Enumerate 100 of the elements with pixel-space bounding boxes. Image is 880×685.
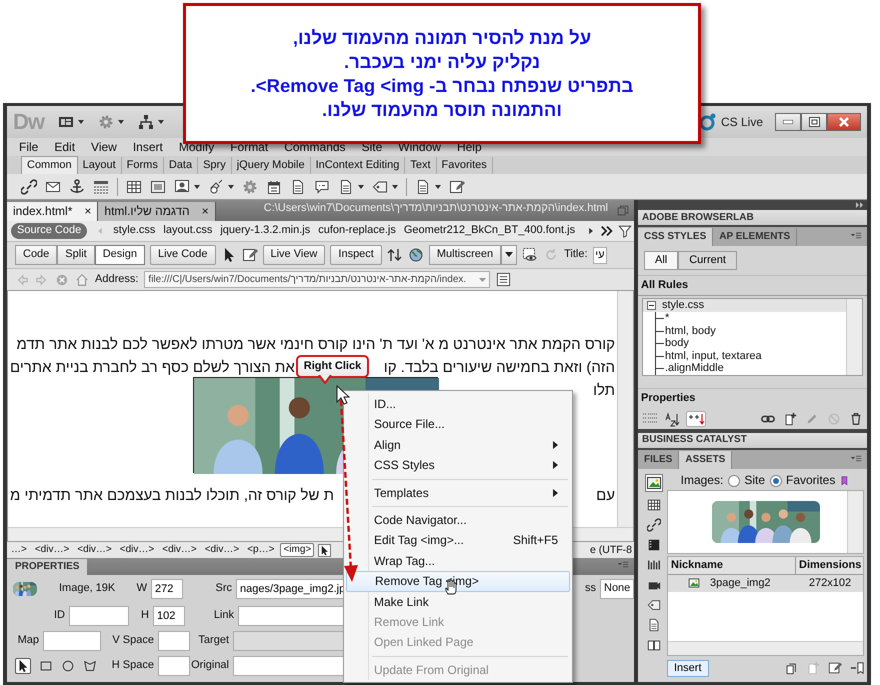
related-file-link[interactable]: jquery-1.3.2.min.js — [220, 224, 310, 238]
instruction-text: והתמונה תוסר מהעמוד שלנו. — [322, 98, 562, 122]
images-label: Images: — [680, 473, 724, 488]
related-file-link[interactable]: style.css — [113, 224, 156, 238]
document-tab[interactable]: הדגמה שליו.html × — [98, 202, 216, 221]
tag-selector-item[interactable]: <img> — [280, 543, 314, 557]
related-file-link[interactable]: Geometr212_BkCn_BT_400.font.js — [404, 224, 576, 238]
insert-tab[interactable]: jQuery Mobile — [232, 156, 311, 174]
view-button[interactable]: Design — [94, 245, 145, 265]
cs-live-label[interactable]: CS Live — [720, 114, 763, 130]
menu-item[interactable]: View — [83, 140, 125, 154]
tree-item[interactable]: style.css — [662, 299, 704, 312]
encoding-label: e (UTF-8 — [590, 544, 633, 556]
tag-selector-item[interactable]: <div…> — [118, 544, 156, 556]
column-header[interactable]: Dimensions — [795, 556, 863, 574]
field-label: Map — [16, 634, 40, 648]
mode-button[interactable]: All — [644, 251, 678, 270]
tag-selector-item[interactable]: <div…> — [32, 544, 72, 556]
field-label: W — [136, 582, 148, 596]
menu-item[interactable]: Edit — [46, 140, 84, 154]
column-header[interactable]: Nickname — [668, 556, 795, 574]
panel-tab[interactable]: ASSETS — [679, 450, 732, 469]
panel-header[interactable]: ADOBE BROWSERLAB — [638, 210, 867, 227]
tab-close-button[interactable]: × — [202, 204, 209, 219]
instruction-text: על מנת להסיר תמונה מהעמוד שלנו, — [292, 26, 592, 50]
title-field[interactable]: עי — [592, 246, 607, 264]
radio-label[interactable]: Favorites — [786, 473, 836, 488]
paragraph-text: הזה) וזאת בחמישה שיעורים בלבד. קו — [384, 358, 615, 376]
input-field[interactable]: 272 — [151, 579, 183, 599]
input-field[interactable]: 102 — [153, 606, 185, 626]
menu-item[interactable]: File — [11, 140, 46, 154]
tag-selector-item[interactable]: <div…> — [160, 544, 199, 556]
menu-item[interactable]: Templates — [346, 482, 570, 503]
tree-item[interactable]: html, body — [665, 324, 716, 338]
tree-item[interactable]: .alignMiddle — [665, 362, 724, 376]
inspect-button[interactable]: Inspect — [330, 245, 382, 265]
instruction-text: נקליק עליה ימני בעכבר. — [344, 50, 540, 74]
document-tab[interactable]: index.html* × — [7, 202, 98, 221]
related-file-link[interactable]: layout.css — [163, 224, 212, 238]
menu-item[interactable]: Wrap Tag... — [346, 550, 570, 572]
address-field[interactable]: file:///C|/Users/win7/Documents/הקמת-אתר-אינטרנט/תבניות/מדריך/index. — [144, 271, 490, 288]
field-label: Original — [190, 658, 230, 672]
class-dropdown[interactable]: None — [600, 579, 634, 599]
insert-tab[interactable]: Favorites — [436, 156, 493, 174]
paragraph-text: תלו — [593, 382, 615, 400]
menu-item[interactable]: Edit Tag <img>... Shift+F5 — [346, 530, 570, 551]
source-code-button[interactable]: Source Code — [11, 223, 88, 239]
tree-item[interactable]: * — [665, 312, 670, 326]
insert-tab[interactable]: InContext Editing — [310, 156, 406, 174]
field-label: Src — [214, 582, 233, 596]
panel-tab[interactable]: CSS STYLES — [638, 228, 714, 246]
field-label: Target — [197, 634, 230, 648]
address-label: Address: — [95, 272, 138, 286]
live-view-button[interactable]: Live View — [262, 245, 326, 265]
table-cell-text: 272x102 — [808, 576, 852, 590]
tree-item[interactable]: body — [665, 337, 689, 350]
insert-tab[interactable]: Layout — [78, 156, 122, 174]
menu-item[interactable]: Format — [222, 140, 276, 154]
properties-tab[interactable]: PROPERTIES — [7, 559, 88, 575]
field-label: Link — [212, 608, 235, 622]
paragraph-text: את הצורך לשלם כסף רב לחברת בניית אתרים — [10, 358, 295, 376]
menu-item[interactable]: Code Navigator... — [346, 510, 570, 530]
class-label: ss — [585, 582, 596, 596]
menu-item[interactable]: Commands — [276, 140, 354, 154]
insert-tab[interactable]: Forms — [122, 156, 164, 174]
tree-item[interactable]: html, input, textarea — [665, 350, 762, 363]
title-label: Title: — [564, 248, 588, 262]
menu-item[interactable]: ID... — [346, 394, 570, 414]
radio-label[interactable]: Site — [744, 473, 765, 488]
mode-button[interactable]: Current — [678, 251, 737, 270]
section-title: All Rules — [638, 275, 867, 296]
view-button[interactable]: Code — [15, 245, 58, 265]
tag-selector-item[interactable]: <div…> — [202, 544, 242, 556]
tag-selector-item[interactable]: <p…> — [245, 544, 276, 556]
panel-header[interactable]: BUSINESS CATALYST — [638, 432, 867, 450]
field-label: H Space — [110, 658, 155, 672]
tag-selector-item[interactable]: …> — [9, 544, 29, 556]
table-cell-text: 3page_img2 — [710, 576, 772, 590]
document-path: C:\Users\win7\Documents\הקמת-אתר-אינטרנט\תבניות\מדריך\index.html — [262, 202, 609, 216]
multiscreen-button[interactable]: Multiscreen — [428, 245, 502, 265]
tab-label[interactable]: הדגמה שליו.html — [104, 204, 190, 219]
field-label: ID — [53, 608, 66, 622]
tab-label[interactable]: index.html* — [13, 204, 72, 219]
menu-item[interactable]: CSS Styles — [346, 455, 570, 476]
insert-tab[interactable]: Common — [21, 156, 78, 174]
view-button[interactable]: Split — [57, 245, 95, 265]
instruction-text: בתפריט שנפתח נבחר ב- Remove Tag <img>. — [250, 74, 634, 98]
tab-close-button[interactable]: × — [84, 204, 92, 219]
menu-item[interactable]: Insert — [124, 140, 171, 154]
related-file-link[interactable]: cufon-replace.js — [318, 224, 396, 238]
tag-selector-item[interactable]: <div…> — [75, 544, 114, 556]
live-code-button[interactable]: Live Code — [150, 245, 216, 265]
menu-item[interactable]: Source File... — [346, 414, 570, 435]
section-title: Properties — [638, 388, 867, 409]
insert-button[interactable]: Insert — [667, 660, 709, 677]
menu-item[interactable]: Align — [346, 434, 570, 456]
paragraph-text: עם — [596, 486, 615, 504]
callout-label: Right Click — [296, 355, 369, 378]
app-logo: Dw — [13, 108, 44, 136]
paragraph-text: ת של קורס זה, תוכלו לבנות בעצמכם אתר תדמיתי מ — [10, 486, 334, 504]
